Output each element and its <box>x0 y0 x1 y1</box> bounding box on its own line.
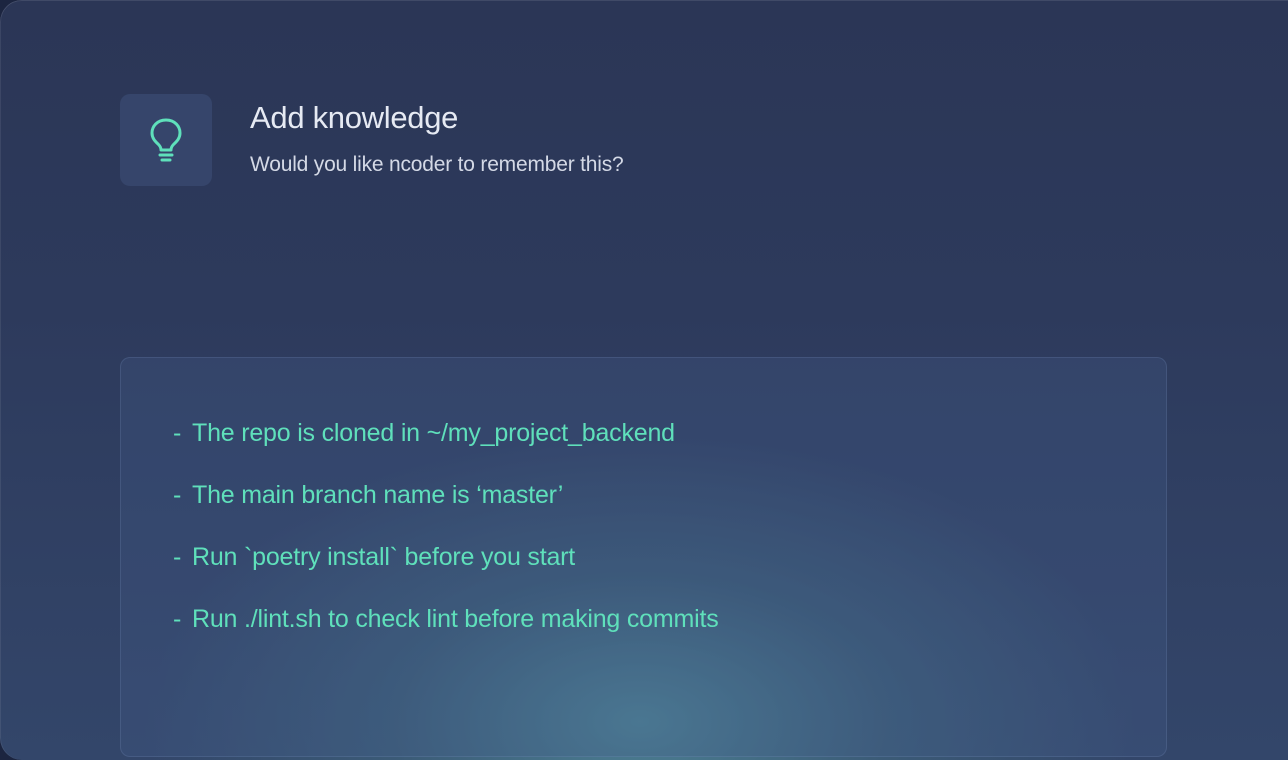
lightbulb-icon <box>150 118 182 162</box>
bullet-dash: - <box>173 481 182 509</box>
list-item: - The main branch name is ‘master’ <box>173 480 719 542</box>
bullet-dash: - <box>173 605 182 633</box>
list-item-text: The main branch name is ‘master’ <box>192 481 564 509</box>
list-item: - The repo is cloned in ~/my_project_back… <box>173 418 719 480</box>
dialog-title: Add knowledge <box>250 100 459 135</box>
bullet-dash: - <box>173 419 182 447</box>
list-item: - Run `poetry install` before you start <box>173 542 719 604</box>
list-item-text: The repo is cloned in ~/my_project_backe… <box>192 419 675 447</box>
bullet-dash: - <box>173 543 182 571</box>
knowledge-dialog: Add knowledge Would you like ncoder to r… <box>0 0 1288 760</box>
list-item-text: Run `poetry install` before you start <box>192 543 576 571</box>
list-item: - Run ./lint.sh to check lint before maki… <box>173 604 719 666</box>
dialog-subtitle: Would you like ncoder to remember this? <box>250 153 624 176</box>
knowledge-list: - The repo is cloned in ~/my_project_back… <box>173 418 719 666</box>
list-item-text: Run ./lint.sh to check lint before makin… <box>192 605 719 633</box>
knowledge-panel[interactable]: - The repo is cloned in ~/my_project_back… <box>120 357 1167 757</box>
lightbulb-icon-container <box>120 94 212 186</box>
